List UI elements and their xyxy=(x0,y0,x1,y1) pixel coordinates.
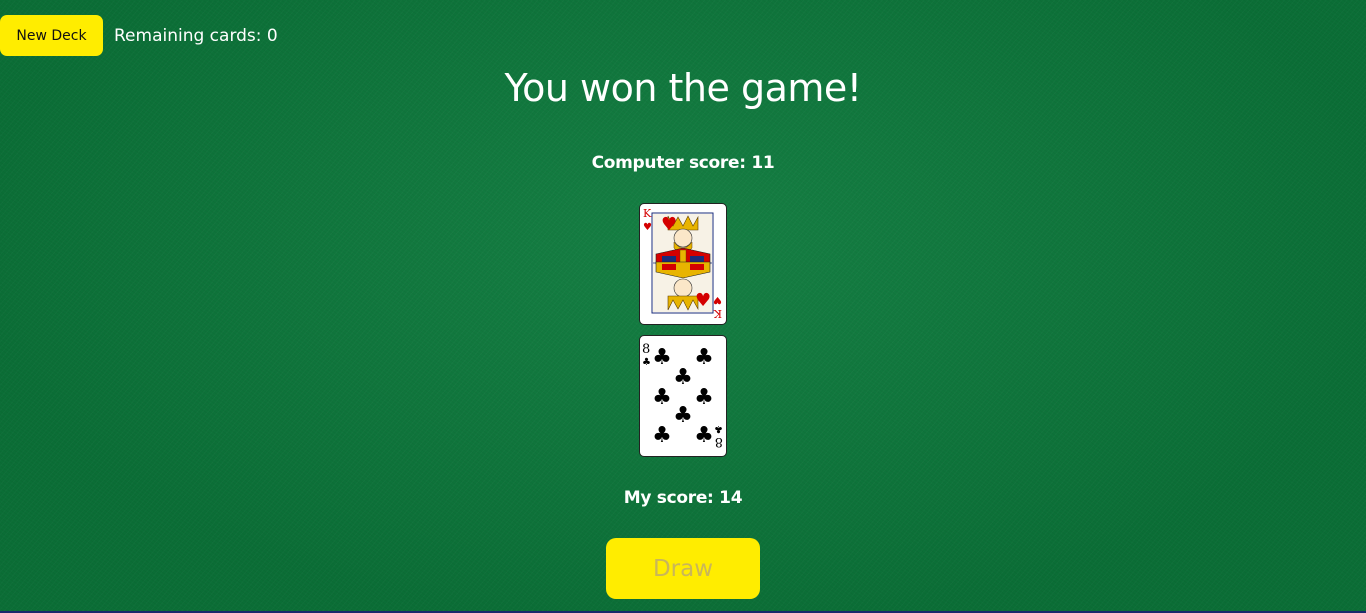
club-pip: ♣ xyxy=(694,345,714,370)
club-pip: ♣ xyxy=(652,423,672,448)
club-pip: ♣ xyxy=(694,385,714,410)
new-deck-button[interactable]: New Deck xyxy=(0,15,103,56)
club-pip: ♣ xyxy=(652,345,672,370)
card-rank-top: 8 xyxy=(642,342,650,357)
remaining-cards-label: Remaining cards: 0 xyxy=(114,25,278,46)
king-of-hearts-card-face: K ♥ ♥ ♥ K ♥ xyxy=(643,207,722,320)
draw-button[interactable]: Draw xyxy=(606,538,760,599)
club-pip: ♣ xyxy=(652,385,672,410)
card-rank-bottom: 8 xyxy=(715,434,723,449)
card-suit-top: ♣ xyxy=(642,357,651,368)
my-card: 8 ♣ ♣ ♣ ♣ ♣ ♣ ♣ ♣ ♣ 8 ♣ xyxy=(639,335,727,457)
my-score: My score: 14 xyxy=(623,488,743,508)
club-pip: ♣ xyxy=(673,403,693,428)
card-rank-top: K xyxy=(643,207,652,220)
game-result-title: You won the game! xyxy=(504,66,862,110)
card-suit-bottom: ♣ xyxy=(714,423,723,434)
card-rank-bottom: K xyxy=(713,307,722,320)
computer-card: K ♥ ♥ ♥ K ♥ xyxy=(639,203,727,325)
card-suit-top: ♥ xyxy=(643,222,652,233)
club-pip: ♣ xyxy=(694,423,714,448)
card-suit-bottom: ♥ xyxy=(713,294,722,305)
club-pip: ♣ xyxy=(673,365,693,390)
club-pips: ♣ ♣ ♣ ♣ ♣ ♣ ♣ ♣ xyxy=(652,345,714,448)
svg-text:♥: ♥ xyxy=(695,290,711,311)
svg-text:♥: ♥ xyxy=(661,214,677,235)
eight-of-clubs-card-face: 8 ♣ ♣ ♣ ♣ ♣ ♣ ♣ ♣ ♣ 8 ♣ xyxy=(642,342,723,449)
computer-score: Computer score: 11 xyxy=(591,153,775,173)
top-bar: New Deck Remaining cards: 0 xyxy=(0,15,278,56)
